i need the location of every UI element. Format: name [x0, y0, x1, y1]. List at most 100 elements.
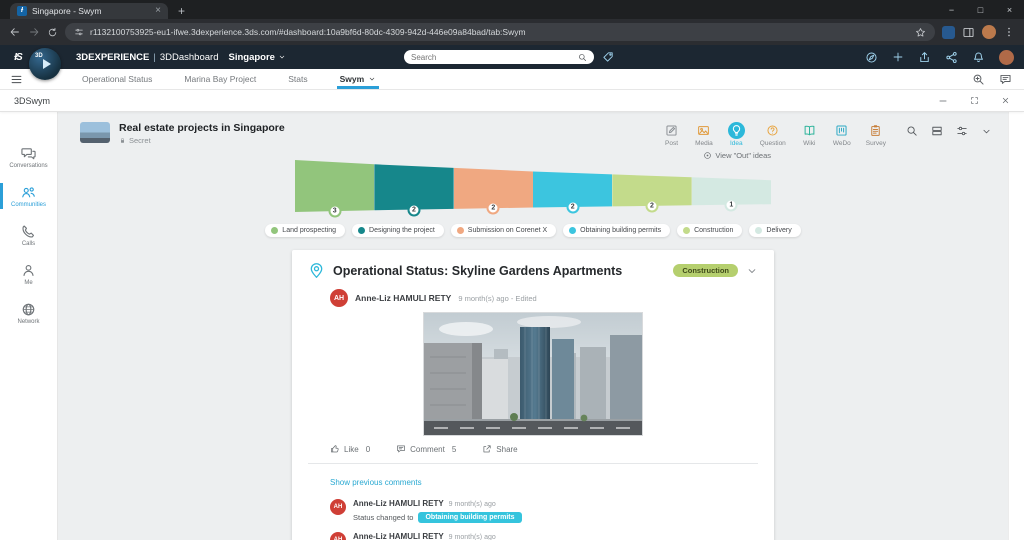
comment-author[interactable]: Anne-Liz HAMULI RETY9 month(s) ago	[353, 499, 522, 508]
funnel-stage-delivery[interactable]: 1	[692, 160, 771, 212]
comment-button[interactable]: Comment 5	[396, 444, 456, 454]
show-previous-comments-link[interactable]: Show previous comments	[330, 478, 422, 487]
dashboard-selector[interactable]: Singapore	[228, 52, 285, 63]
global-search[interactable]	[404, 50, 594, 64]
widget-minimize-button[interactable]	[938, 96, 948, 106]
widget-title: 3DSwym	[14, 96, 50, 106]
compass-icon[interactable]	[865, 51, 878, 64]
funnel-stage-submission-on-corenet-x[interactable]: 2	[454, 160, 533, 212]
collapse-chevron-icon[interactable]	[981, 126, 992, 137]
like-count: 0	[366, 445, 370, 454]
tab-operational-status[interactable]: Operational Status	[79, 69, 155, 89]
global-search-input[interactable]	[411, 53, 574, 62]
community-thumbnail[interactable]	[80, 122, 110, 143]
idea-title[interactable]: Operational Status: Skyline Gardens Apar…	[333, 264, 665, 278]
content-type-media[interactable]: Media	[695, 122, 713, 147]
funnel-count: 2	[566, 201, 579, 214]
legend-delivery[interactable]: Delivery	[749, 224, 800, 237]
legend-construction[interactable]: Construction	[677, 224, 742, 237]
browser-tab[interactable]: Ɨ Singapore - Swym ×	[10, 3, 168, 19]
comment-body: Status changed toObtaining building perm…	[353, 512, 522, 523]
out-ideas-icon	[703, 151, 712, 160]
legend-submission-on-corenet-x[interactable]: Submission on Corenet X	[451, 224, 556, 237]
share-button[interactable]: Share	[482, 444, 517, 454]
lock-icon	[119, 137, 126, 144]
funnel-stage-designing-the-project[interactable]: 2	[374, 160, 453, 212]
legend-land-prospecting[interactable]: Land prospecting	[265, 224, 345, 237]
tab-stats[interactable]: Stats	[285, 69, 310, 89]
legend-designing-the-project[interactable]: Designing the project	[352, 224, 444, 237]
window-close-button[interactable]: ×	[995, 0, 1024, 19]
app-name: 3DDashboard	[160, 52, 219, 63]
menu-icon[interactable]	[10, 73, 23, 86]
community-name[interactable]: Real estate projects in Singapore	[119, 122, 285, 134]
content-type-idea[interactable]: Idea	[728, 122, 745, 147]
like-button[interactable]: Like 0	[330, 444, 370, 454]
zoom-search-icon[interactable]	[972, 73, 985, 86]
sidebar-item-conversations[interactable]: Conversations	[0, 146, 57, 169]
filter-icon[interactable]	[956, 125, 968, 137]
add-content-icon[interactable]	[892, 51, 904, 63]
community-main: Real estate projects in Singapore Secret…	[58, 112, 1008, 546]
feedback-icon[interactable]	[999, 73, 1012, 86]
refresh-button[interactable]	[47, 27, 58, 38]
content-type-wedo[interactable]: WeDo	[833, 122, 851, 147]
sidebar-item-communities[interactable]: Communities	[0, 185, 57, 208]
collaborate-icon[interactable]	[945, 51, 958, 64]
address-bar[interactable]: r1132100753925-eu1-ifwe.3dexperience.3ds…	[65, 23, 935, 41]
widget-maximize-button[interactable]	[970, 96, 979, 105]
3dcompass-button[interactable]: 3D	[29, 48, 61, 80]
tab-swym[interactable]: Swym	[337, 69, 380, 89]
comment-label: Comment	[410, 445, 445, 454]
sidebar-item-me[interactable]: Me	[0, 263, 57, 286]
back-button[interactable]	[9, 26, 21, 38]
author-name[interactable]: Anne-Liz HAMULI RETY	[355, 293, 451, 303]
browser-profile-avatar[interactable]	[982, 25, 996, 39]
post-actions: Like 0 Comment 5 Share	[330, 444, 758, 454]
view-out-label: View "Out" ideas	[715, 151, 771, 160]
widget-controls	[938, 96, 1010, 106]
side-panel-icon[interactable]	[962, 26, 975, 39]
author-avatar[interactable]: AH	[330, 289, 348, 307]
view-out-ideas-link[interactable]: View "Out" ideas	[703, 151, 771, 160]
extension-icon[interactable]	[942, 26, 955, 39]
funnel-stage-construction[interactable]: 2	[612, 160, 691, 212]
content-type-wiki[interactable]: Wiki	[801, 122, 818, 147]
scroll-gutter	[1008, 112, 1024, 546]
view-toggle-icon[interactable]	[931, 125, 943, 137]
notifications-icon[interactable]	[972, 51, 985, 64]
browser-menu-icon[interactable]	[1003, 26, 1015, 38]
sidebar-item-network[interactable]: Network	[0, 302, 57, 325]
new-tab-button[interactable]: +	[178, 5, 185, 17]
tab-close-icon[interactable]: ×	[155, 6, 161, 16]
tab-bar-tools	[972, 73, 1024, 86]
platform-brand: 3DEXPERIENCE | 3DDashboard	[76, 52, 218, 63]
sidebar-item-calls[interactable]: Calls	[0, 224, 57, 247]
window-maximize-button[interactable]: □	[966, 0, 995, 19]
funnel-count: 3	[328, 205, 341, 218]
comment-avatar[interactable]: AH	[330, 499, 346, 515]
content-type-survey[interactable]: Survey	[866, 122, 886, 147]
window-minimize-button[interactable]: −	[937, 0, 966, 19]
search-icon[interactable]	[578, 53, 587, 62]
idea-image[interactable]	[424, 313, 642, 435]
funnel-stage-land-prospecting[interactable]: 3	[295, 160, 374, 212]
content-type-question[interactable]: Question	[760, 122, 786, 147]
legend-obtaining-building-permits[interactable]: Obtaining building permits	[563, 224, 670, 237]
site-info-icon[interactable]	[74, 27, 84, 37]
content-type-post[interactable]: Post	[663, 122, 680, 147]
bookmark-star-icon[interactable]	[915, 27, 926, 38]
funnel-stage-obtaining-building-permits[interactable]: 2	[533, 160, 612, 212]
widget-header: 3DSwym	[0, 90, 1024, 112]
idea-card: Operational Status: Skyline Gardens Apar…	[292, 250, 774, 546]
tab-marina-bay-project[interactable]: Marina Bay Project	[181, 69, 259, 89]
widget-close-button[interactable]	[1001, 96, 1010, 105]
card-chevron-icon[interactable]	[746, 265, 758, 277]
community-search-icon[interactable]	[906, 125, 918, 137]
community-tools	[906, 125, 992, 137]
comment: AH Anne-Liz HAMULI RETY9 month(s) ago Stat…	[330, 499, 758, 523]
tags-icon[interactable]	[602, 51, 614, 63]
user-avatar[interactable]	[999, 50, 1014, 65]
forward-button[interactable]	[28, 26, 40, 38]
share-icon[interactable]	[918, 51, 931, 64]
